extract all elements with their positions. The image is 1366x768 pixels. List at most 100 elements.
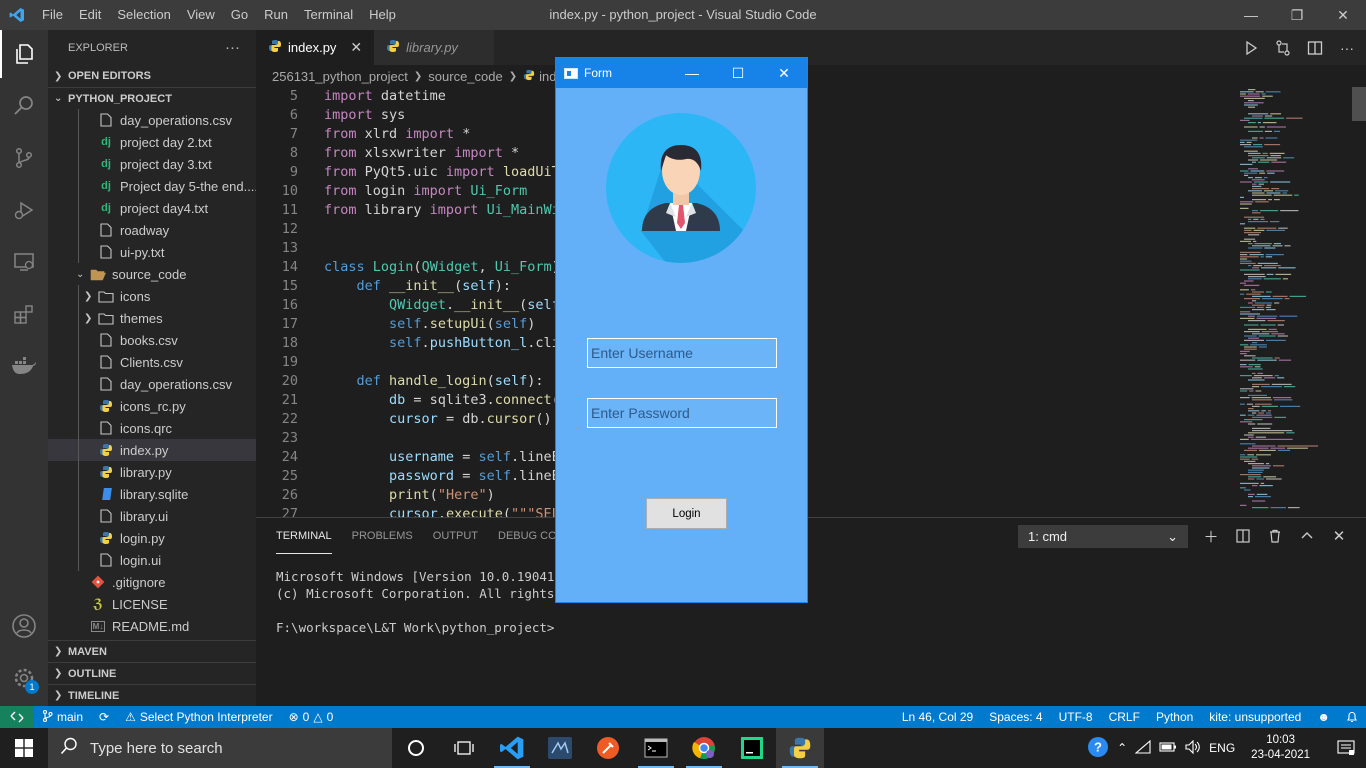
file-tree-item[interactable]: dj Project day 5-the end.... <box>48 175 256 197</box>
file-tree-item[interactable]: ui-py.txt <box>48 241 256 263</box>
split-editor-icon[interactable] <box>1306 39 1324 57</box>
file-tree-item[interactable]: dj project day 2.txt <box>48 131 256 153</box>
file-tree-item[interactable]: ❯ themes <box>48 307 256 329</box>
file-tree-item[interactable]: day_operations.csv <box>48 373 256 395</box>
form-title-bar[interactable]: Form — ☐ ✕ <box>556 58 807 88</box>
breadcrumb-item[interactable]: 256131_python_project <box>272 69 408 84</box>
section-timeline[interactable]: ❯ TIMELINE <box>48 684 256 706</box>
search-icon[interactable] <box>0 82 48 130</box>
file-tree-item[interactable]: icons.qrc <box>48 417 256 439</box>
file-tree-item[interactable]: icons_rc.py <box>48 395 256 417</box>
indentation[interactable]: Spaces: 4 <box>981 710 1050 724</box>
pycharm-icon[interactable] <box>728 728 776 768</box>
more-actions-icon[interactable]: ··· <box>1338 39 1356 57</box>
close-icon[interactable]: ✕ <box>761 58 807 88</box>
explorer-icon[interactable] <box>0 30 48 78</box>
volume-icon[interactable] <box>1185 739 1201 757</box>
taskbar-search[interactable]: Type here to search <box>48 728 392 768</box>
file-tree-item[interactable]: library.sqlite <box>48 483 256 505</box>
source-control-icon[interactable] <box>0 134 48 182</box>
file-tree-item[interactable]: index.py <box>48 439 256 461</box>
file-tree-item[interactable]: Clients.csv <box>48 351 256 373</box>
problems-indicator[interactable]: ⊗ 0 △ 0 <box>281 710 342 724</box>
close-panel-icon[interactable]: ✕ <box>1330 525 1348 547</box>
vscode-icon[interactable] <box>488 728 536 768</box>
file-tree-item[interactable]: dj project day 3.txt <box>48 153 256 175</box>
login-button[interactable]: Login <box>646 498 727 529</box>
python-app-icon[interactable] <box>776 728 824 768</box>
trash-icon[interactable] <box>1266 525 1284 547</box>
restore-icon[interactable]: ❐ <box>1274 0 1320 30</box>
more-actions-icon[interactable]: ··· <box>225 39 256 56</box>
scrollbar-thumb[interactable] <box>1352 87 1366 121</box>
run-file-icon[interactable] <box>1242 39 1260 57</box>
python-interpreter-selector[interactable]: ⚠ Select Python Interpreter <box>117 710 281 724</box>
file-tree-item[interactable]: ❯ icons <box>48 285 256 307</box>
close-tab-icon[interactable]: ✕ <box>350 39 362 56</box>
file-tree-item[interactable]: dj project day4.txt <box>48 197 256 219</box>
extensions-icon[interactable] <box>0 290 48 338</box>
task-view-icon[interactable] <box>440 728 488 768</box>
settings-gear-icon[interactable]: 1 <box>0 654 48 702</box>
file-tree-item[interactable]: .gitignore <box>48 571 256 593</box>
menu-item-selection[interactable]: Selection <box>109 0 178 30</box>
remote-explorer-icon[interactable] <box>0 238 48 286</box>
notifications-icon[interactable] <box>1338 711 1366 723</box>
branch-indicator[interactable]: main <box>34 709 91 725</box>
terminal-app-icon[interactable] <box>536 728 584 768</box>
tab-index-py[interactable]: index.py ✕ <box>256 30 375 65</box>
file-tree-item[interactable]: ℨ LICENSE <box>48 593 256 615</box>
split-terminal-icon[interactable] <box>1234 525 1252 547</box>
password-input[interactable] <box>587 398 777 428</box>
language-mode[interactable]: Python <box>1148 710 1201 724</box>
remote-indicator-icon[interactable] <box>0 706 34 728</box>
minimize-icon[interactable]: — <box>1228 0 1274 30</box>
menu-item-go[interactable]: Go <box>223 0 256 30</box>
feedback-icon[interactable]: ☻ <box>1309 710 1338 724</box>
editor-scrollbar[interactable] <box>1352 87 1366 517</box>
chrome-icon[interactable] <box>680 728 728 768</box>
tab-output[interactable]: OUTPUT <box>433 518 478 554</box>
cursor-position[interactable]: Ln 46, Col 29 <box>894 710 981 724</box>
tab-problems[interactable]: PROBLEMS <box>352 518 413 554</box>
compare-changes-icon[interactable] <box>1274 39 1292 57</box>
open-editors-section[interactable]: ❯ OPEN EDITORS <box>48 65 256 87</box>
file-tree-item[interactable]: M↓ README.md <box>48 615 256 637</box>
kite-status[interactable]: kite: unsupported <box>1201 710 1309 724</box>
sync-icon[interactable]: ⟳ <box>91 710 117 724</box>
vscode-logo-icon[interactable] <box>0 0 34 30</box>
new-terminal-icon[interactable]: ＋ <box>1202 525 1220 547</box>
breadcrumb-item[interactable]: source_code <box>428 69 502 84</box>
maximize-icon[interactable]: ☐ <box>715 58 761 88</box>
encoding[interactable]: UTF-8 <box>1051 710 1101 724</box>
terminal-output[interactable]: Microsoft Windows [Version 10.0.19041.92… <box>276 568 577 636</box>
clock[interactable]: 10:03 23-04-2021 <box>1243 733 1318 763</box>
input-language[interactable]: ENG <box>1209 741 1235 755</box>
menu-item-file[interactable]: File <box>34 0 71 30</box>
cmd-icon[interactable] <box>632 728 680 768</box>
file-tree-item[interactable]: roadway <box>48 219 256 241</box>
minimize-icon[interactable]: — <box>669 58 715 88</box>
accounts-icon[interactable] <box>0 602 48 650</box>
notification-center-icon[interactable] <box>1326 740 1366 756</box>
menu-item-view[interactable]: View <box>179 0 223 30</box>
file-tree-item[interactable]: library.py <box>48 461 256 483</box>
section-outline[interactable]: ❯ OUTLINE <box>48 662 256 684</box>
file-tree-item[interactable]: ⌄ source_code <box>48 263 256 285</box>
file-tree-item[interactable]: library.ui <box>48 505 256 527</box>
file-tree-item[interactable]: login.ui <box>48 549 256 571</box>
network-icon[interactable] <box>1134 739 1151 757</box>
file-tree-item[interactable]: day_operations.csv <box>48 109 256 131</box>
battery-icon[interactable] <box>1159 741 1177 756</box>
close-icon[interactable]: ✕ <box>1320 0 1366 30</box>
project-section[interactable]: ⌄ PYTHON_PROJECT <box>48 87 256 109</box>
cortana-icon[interactable] <box>392 728 440 768</box>
tab-terminal[interactable]: TERMINAL <box>276 518 332 554</box>
menu-item-terminal[interactable]: Terminal <box>296 0 361 30</box>
run-debug-icon[interactable] <box>0 186 48 234</box>
file-tree-item[interactable]: login.py <box>48 527 256 549</box>
help-icon[interactable]: ? <box>1087 736 1109 761</box>
minimap[interactable] <box>1236 87 1352 517</box>
maximize-panel-icon[interactable] <box>1298 525 1316 547</box>
postman-icon[interactable] <box>584 728 632 768</box>
